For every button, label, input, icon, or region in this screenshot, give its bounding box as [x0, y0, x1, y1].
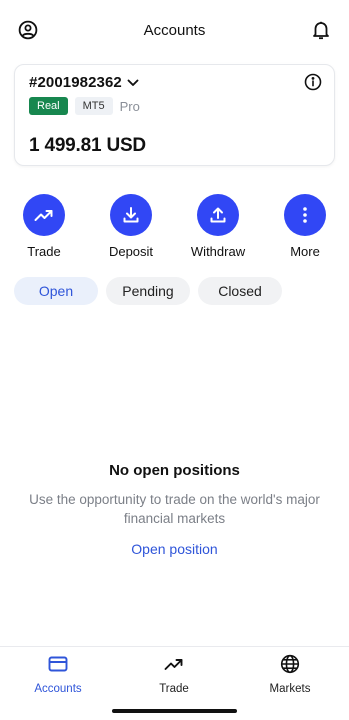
trade-label: Trade — [27, 244, 61, 259]
trend-up-icon — [164, 659, 183, 670]
nav-trade-label: Trade — [159, 683, 189, 695]
open-position-link[interactable]: Open position — [131, 541, 217, 557]
account-balance: 1 499.81 USD — [29, 135, 146, 156]
account-tier: Pro — [119, 98, 140, 114]
account-badges: Real MT5 Pro — [29, 97, 140, 115]
nav-markets[interactable]: Markets — [245, 653, 335, 695]
tab-closed[interactable]: Closed — [198, 277, 282, 305]
nav-trade[interactable]: Trade — [129, 653, 219, 695]
trend-up-icon — [34, 210, 53, 221]
tab-open[interactable]: Open — [14, 277, 98, 305]
trade-button[interactable]: Trade — [9, 194, 79, 259]
home-indicator — [112, 709, 237, 713]
bell-icon — [313, 21, 329, 40]
nav-markets-label: Markets — [269, 683, 311, 695]
empty-state-title: No open positions — [109, 462, 240, 479]
more-button[interactable]: More — [270, 194, 340, 259]
more-vertical-icon — [303, 207, 307, 223]
withdraw-button[interactable]: Withdraw — [183, 194, 253, 259]
withdraw-label: Withdraw — [190, 244, 246, 259]
notifications-button[interactable] — [308, 17, 334, 43]
more-button-circle — [284, 194, 326, 236]
position-tabs: Open Pending Closed — [14, 277, 290, 305]
chevron-down-icon — [127, 79, 139, 86]
bottom-navigation: Accounts Trade Markets — [0, 646, 349, 720]
account-number: #2001982362 — [29, 74, 122, 91]
app-header: Accounts — [0, 0, 349, 62]
empty-state-description: Use the opportunity to trade on the worl… — [29, 492, 320, 526]
tab-pending[interactable]: Pending — [106, 277, 190, 305]
platform-badge: MT5 — [74, 97, 113, 115]
account-type-badge: Real — [29, 97, 68, 115]
account-selector[interactable]: #2001982362 — [29, 74, 139, 91]
deposit-button[interactable]: Deposit — [96, 194, 166, 259]
info-icon[interactable] — [304, 73, 322, 91]
deposit-label: Deposit — [108, 244, 154, 259]
nav-accounts[interactable]: Accounts — [13, 653, 103, 695]
upload-icon — [210, 207, 226, 223]
more-label: More — [290, 244, 320, 259]
page-title: Accounts — [143, 22, 206, 39]
globe-icon — [280, 654, 300, 674]
empty-state: No open positions Use the opportunity to… — [0, 462, 349, 559]
download-icon — [123, 207, 139, 223]
trade-button-circle — [23, 194, 65, 236]
withdraw-button-circle — [197, 194, 239, 236]
deposit-button-circle — [110, 194, 152, 236]
nav-accounts-label: Accounts — [34, 683, 82, 695]
card-icon — [48, 656, 68, 672]
account-card[interactable]: #2001982362 Real MT5 Pro 1 499.81 USD — [14, 64, 335, 166]
